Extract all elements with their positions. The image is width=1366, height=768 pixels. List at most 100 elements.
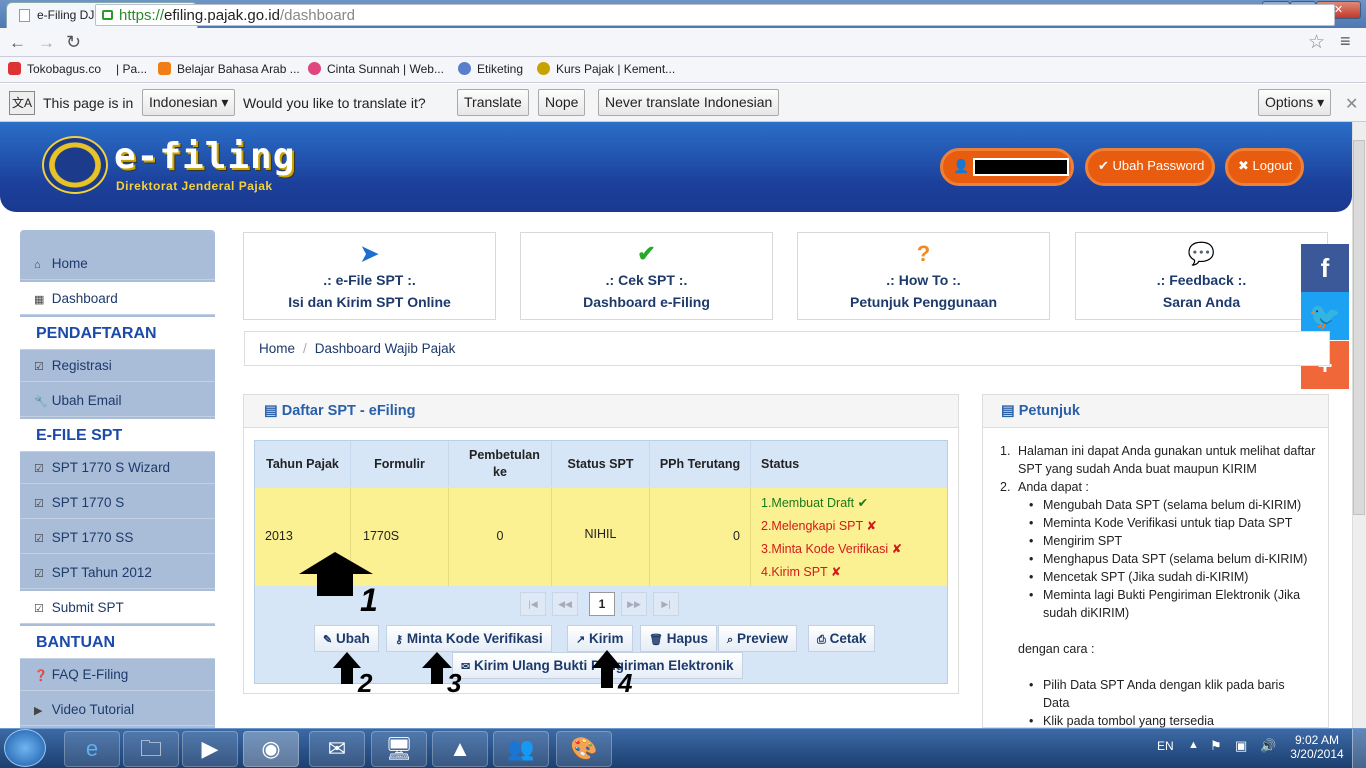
- volume-icon[interactable]: 🔊: [1260, 738, 1276, 754]
- petunjuk-dengan-cara: dengan cara :: [1018, 642, 1095, 656]
- sidebar-item-submit-spt[interactable]: ☑ Submit SPT: [20, 591, 215, 624]
- close-circle-icon: ✖: [1238, 158, 1249, 173]
- bookmark-kurs-pajak[interactable]: Kurs Pajak | Kement...: [537, 62, 675, 76]
- language-select[interactable]: Indonesian ▾: [142, 89, 236, 116]
- sidebar-item-registrasi[interactable]: ☑ Registrasi: [20, 349, 215, 382]
- external-link-icon: ↗: [576, 634, 586, 646]
- annotation-number-2: 2: [358, 668, 373, 698]
- options-button[interactable]: Options ▾: [1258, 89, 1332, 116]
- language-indicator[interactable]: EN: [1157, 739, 1174, 753]
- network-icon[interactable]: ▣: [1235, 738, 1247, 754]
- close-translate-icon[interactable]: ✕: [1345, 94, 1358, 114]
- wrench-icon: 🔧: [34, 396, 48, 408]
- th-status: Status: [761, 457, 800, 471]
- annotation-number-4: 4: [618, 668, 633, 698]
- logo-subtitle: Direktorat Jenderal Pajak: [116, 179, 273, 193]
- envelope-icon: ✉: [461, 661, 471, 673]
- status-step-4: 4.Kirim SPT ✘: [761, 565, 842, 579]
- td-pembetulan[interactable]: 0: [449, 488, 552, 586]
- bookmark-bahasa-arab[interactable]: Belajar Bahasa Arab ...: [158, 62, 300, 76]
- logout-button[interactable]: ✖ Logout: [1225, 148, 1304, 186]
- explorer-icon[interactable]: 🗀: [123, 731, 179, 767]
- sidebar-item-ubah-email[interactable]: 🔧 Ubah Email: [20, 384, 215, 417]
- chart-app-icon[interactable]: ▲: [432, 731, 488, 767]
- menu-icon[interactable]: ≡: [1340, 31, 1351, 52]
- address-bar[interactable]: https://efiling.pajak.go.id/dashboard: [95, 4, 1335, 26]
- translate-button[interactable]: Translate: [457, 89, 529, 116]
- td-status[interactable]: 1.Membuat Draft ✔ 2.Melengkapi SPT ✘ 3.M…: [751, 488, 947, 586]
- preview-button[interactable]: ⌕ Preview: [718, 625, 797, 652]
- td-status-spt[interactable]: NIHIL: [552, 488, 650, 586]
- bookmark-pa[interactable]: | Pa...: [116, 62, 147, 76]
- chrome-icon[interactable]: ◉: [243, 731, 299, 767]
- sidebar-item-dashboard[interactable]: ▦ Dashboard: [20, 282, 215, 315]
- media-player-icon[interactable]: ▶: [182, 731, 238, 767]
- td-pph[interactable]: 0: [650, 488, 751, 586]
- sidebar-item-faq[interactable]: ❓ FAQ E-Filing: [20, 658, 215, 691]
- home-icon: ⌂: [34, 259, 41, 271]
- bookmark-cinta-sunnah[interactable]: Cinta Sunnah | Web...: [308, 62, 444, 76]
- never-translate-button[interactable]: Never translate Indonesian: [598, 89, 780, 116]
- first-page-icon[interactable]: |◀: [520, 592, 546, 616]
- reload-icon[interactable]: ↻: [66, 32, 81, 53]
- show-desktop-button[interactable]: [1352, 729, 1366, 768]
- people-app-icon[interactable]: 👥: [493, 731, 549, 767]
- next-page-icon[interactable]: ▶▶: [621, 592, 647, 616]
- bookmark-etiketing[interactable]: Etiketing: [458, 62, 523, 76]
- search-icon: ⌕: [727, 634, 734, 646]
- print-icon: ⎙: [817, 634, 826, 646]
- forward-icon[interactable]: →: [38, 33, 55, 53]
- scrollbar-thumb[interactable]: [1353, 140, 1365, 515]
- petunjuk-bullet: Menghapus Data SPT (selama belum di-KIRI…: [1043, 552, 1308, 566]
- ubah-button[interactable]: ✎ Ubah: [314, 625, 379, 652]
- breadcrumb: Home / Dashboard Wajib Pajak: [244, 331, 1330, 366]
- facebook-icon[interactable]: f: [1301, 244, 1349, 292]
- quick-box-efile[interactable]: ➤ .: e-File SPT :. Isi dan Kirim SPT Onli…: [243, 232, 496, 320]
- sidebar-item-video[interactable]: ▶ Video Tutorial: [20, 693, 215, 726]
- outlook-icon[interactable]: ✉: [309, 731, 365, 767]
- nope-button[interactable]: Nope: [538, 89, 586, 116]
- clock[interactable]: 9:02 AM 3/20/2014: [1290, 733, 1344, 761]
- pencil-icon: ✎: [323, 634, 333, 646]
- edit-icon: ☑: [34, 568, 44, 580]
- comment-icon: 💬: [1187, 241, 1216, 266]
- breadcrumb-home[interactable]: Home: [259, 341, 295, 356]
- last-page-icon[interactable]: ▶|: [653, 592, 679, 616]
- key-icon: ⚷: [395, 634, 404, 646]
- hapus-button[interactable]: 🗑 Hapus: [640, 625, 717, 652]
- video-icon: ▶: [34, 705, 43, 717]
- trash-icon: 🗑: [649, 634, 663, 646]
- tray-expand-icon[interactable]: ▲: [1188, 739, 1199, 751]
- prev-page-icon[interactable]: ◀◀: [552, 592, 578, 616]
- ie-icon[interactable]: e: [64, 731, 120, 767]
- quick-box-how-to[interactable]: ? .: How To :. Petunjuk Penggunaan: [797, 232, 1050, 320]
- ubah-password-button[interactable]: ✔ Ubah Password: [1085, 148, 1215, 186]
- annotation-number-3: 3: [447, 668, 462, 698]
- start-button[interactable]: [4, 729, 46, 767]
- sidebar-item-spt-1770s-wizard[interactable]: ☑ SPT 1770 S Wizard: [20, 451, 215, 484]
- edit-icon: ☑: [34, 463, 44, 475]
- minta-kode-button[interactable]: ⚷ Minta Kode Verifikasi: [386, 625, 552, 652]
- bookmark-tokobagus[interactable]: Tokobagus.co: [8, 62, 101, 76]
- user-name-button[interactable]: 👤: [940, 148, 1074, 186]
- cetak-button[interactable]: ⎙ Cetak: [808, 625, 876, 652]
- star-icon[interactable]: ☆: [1308, 31, 1325, 54]
- sidebar-item-spt-1770s[interactable]: ☑ SPT 1770 S: [20, 486, 215, 519]
- quick-box-cek-spt[interactable]: ✔ .: Cek SPT :. Dashboard e-Filing: [520, 232, 773, 320]
- paint-icon[interactable]: 🎨: [556, 731, 612, 767]
- quick-box-feedback[interactable]: 💬 .: Feedback :. Saran Anda: [1075, 232, 1328, 320]
- petunjuk-bullet: Pilih Data SPT Anda dengan klik pada bar…: [1043, 678, 1285, 710]
- list-icon: ▤: [264, 403, 278, 419]
- edit-icon: ☑: [34, 603, 44, 615]
- lock-icon: [102, 10, 113, 20]
- remote-desktop-icon[interactable]: 🖥: [371, 731, 427, 767]
- daftar-spt-heading: ▤ Daftar SPT - eFiling: [244, 395, 958, 428]
- flag-icon[interactable]: ⚑: [1210, 738, 1222, 754]
- sidebar-item-spt-1770ss[interactable]: ☑ SPT 1770 SS: [20, 521, 215, 554]
- back-icon[interactable]: ←: [9, 33, 26, 53]
- sidebar-item-spt-2012[interactable]: ☑ SPT Tahun 2012: [20, 556, 215, 589]
- page-icon: [19, 9, 30, 22]
- status-step-3: 3.Minta Kode Verifikasi ✘: [761, 542, 903, 556]
- page-number[interactable]: 1: [589, 592, 615, 616]
- sidebar-item-home[interactable]: ⌂ Home: [20, 247, 215, 280]
